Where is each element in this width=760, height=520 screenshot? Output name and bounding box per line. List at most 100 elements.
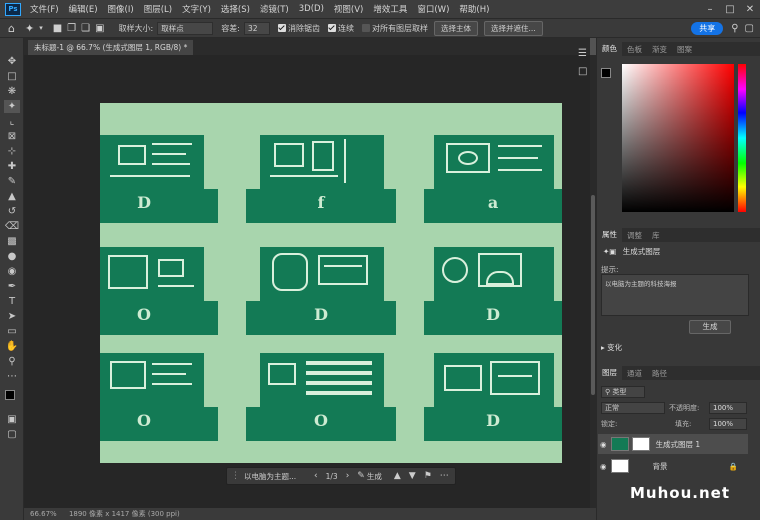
menu-window[interactable]: 窗口(W) [412, 3, 454, 15]
rectangle-tool-icon[interactable]: ▭ [4, 325, 20, 338]
dodge-tool-icon[interactable]: ◉ [4, 265, 20, 278]
menu-select[interactable]: 选择(S) [216, 3, 255, 15]
menu-filter[interactable]: 滤镜(T) [255, 3, 294, 15]
add-selection-icon[interactable]: ❐ [67, 23, 76, 34]
healing-tool-icon[interactable]: ✚ [4, 160, 20, 173]
panel-foreground-swatch[interactable] [601, 68, 611, 78]
close-icon[interactable]: ✕ [740, 4, 760, 15]
type-tool-icon[interactable]: T [4, 295, 20, 308]
thumbs-up-icon[interactable]: ▲ [394, 471, 401, 481]
quick-mask-icon[interactable]: ▣ [4, 413, 20, 426]
intersect-selection-icon[interactable]: ▣ [95, 23, 104, 34]
tolerance-input[interactable]: 32 [243, 21, 270, 35]
all-layers-label: 对所有图层取样 [371, 23, 428, 33]
magic-wand-icon[interactable]: ✦ [25, 22, 34, 35]
variations-section[interactable]: ▸ 变化 [601, 342, 622, 353]
contiguous-checkbox[interactable]: 连续 [327, 23, 354, 34]
menu-view[interactable]: 视图(V) [329, 3, 368, 15]
eye-icon[interactable]: ◉ [600, 462, 607, 471]
frame-tool-icon[interactable]: ⊠ [4, 130, 20, 143]
fill-input[interactable]: 100% [709, 418, 747, 430]
previous-icon[interactable]: ‹ [314, 471, 318, 481]
eyedropper-tool-icon[interactable]: ⊹ [4, 145, 20, 158]
blur-tool-icon[interactable]: ● [4, 250, 20, 263]
blend-mode-select[interactable]: 正常 [601, 402, 665, 414]
menu-type[interactable]: 文字(Y) [177, 3, 216, 15]
drag-handle-icon[interactable]: ⋮ [231, 471, 240, 481]
menu-image[interactable]: 图像(I) [103, 3, 139, 15]
sample-size-select[interactable]: 取样点 [157, 21, 214, 35]
all-layers-checkbox[interactable]: 对所有图层取样 [361, 23, 428, 34]
gradient-tool-icon[interactable]: ▩ [4, 235, 20, 248]
hand-tool-icon[interactable]: ✋ [4, 340, 20, 353]
pen-tool-icon[interactable]: ✒ [4, 280, 20, 293]
tab-libraries[interactable]: 库 [647, 230, 665, 241]
tab-paths[interactable]: 路径 [647, 368, 672, 379]
menu-3d[interactable]: 3D(D) [294, 4, 329, 14]
path-select-icon[interactable]: ➤ [4, 310, 20, 323]
marquee-tool-icon[interactable]: □ [4, 70, 20, 83]
document-canvas[interactable]: D f a O D D O O D [100, 103, 562, 463]
properties-type-label: 生成式图层 [622, 247, 661, 256]
workspace-icon[interactable]: ▢ [745, 23, 754, 34]
opacity-input[interactable]: 100% [709, 402, 747, 414]
prompt-textarea[interactable]: 以电脑为主题的科技海报 [601, 274, 749, 316]
new-selection-icon[interactable]: ■ [53, 23, 62, 34]
tab-color[interactable]: 颜色 [597, 42, 622, 56]
minimize-icon[interactable]: – [700, 4, 720, 15]
crop-tool-icon[interactable]: ⌞ [4, 115, 20, 128]
screen-mode-icon[interactable]: ▢ [4, 428, 20, 441]
next-icon[interactable]: › [346, 471, 350, 481]
share-button[interactable]: 共享 [691, 21, 724, 35]
generate-button[interactable]: 生成 [367, 471, 382, 482]
tab-swatches[interactable]: 色板 [622, 44, 647, 55]
home-icon[interactable]: ⌂ [8, 22, 15, 35]
search-icon[interactable]: ⚲ [731, 23, 738, 34]
menu-help[interactable]: 帮助(H) [454, 3, 494, 15]
history-panel-icon[interactable]: ☰ [578, 48, 587, 59]
subtract-selection-icon[interactable]: ❑ [81, 23, 90, 34]
scrollbar-thumb[interactable] [591, 195, 595, 395]
move-tool-icon[interactable]: ✥ [4, 55, 20, 68]
menu-file[interactable]: 文件(F) [25, 3, 64, 15]
select-and-mask-button[interactable]: 选择并遮住... [483, 20, 543, 36]
comments-panel-icon[interactable]: □ [578, 66, 587, 77]
tab-patterns[interactable]: 图案 [672, 44, 697, 55]
foreground-color-swatch[interactable] [5, 390, 15, 400]
menu-edit[interactable]: 编辑(E) [64, 3, 103, 15]
prompt-field[interactable]: 以电脑为主题... [244, 471, 306, 482]
tab-properties[interactable]: 属性 [597, 228, 622, 242]
layer-row[interactable]: ◉ 生成式图层 1 [598, 434, 748, 454]
thumbs-down-icon[interactable]: ▼ [409, 471, 416, 481]
panel-generate-button[interactable]: 生成 [689, 320, 731, 334]
hue-slider[interactable] [738, 64, 746, 212]
menu-layer[interactable]: 图层(L) [139, 3, 177, 15]
select-subject-button[interactable]: 选择主体 [433, 20, 478, 36]
brush-tool-icon[interactable]: ✎ [4, 175, 20, 188]
tab-adjustments[interactable]: 调整 [622, 230, 647, 241]
menu-plugins[interactable]: 增效工具 [368, 3, 412, 15]
document-tab[interactable]: 未标题-1 @ 66.7% (生成式图层 1, RGB/8) * [28, 40, 194, 55]
history-brush-icon[interactable]: ↺ [4, 205, 20, 218]
tab-layers[interactable]: 图层 [597, 366, 622, 380]
lasso-tool-icon[interactable]: ❋ [4, 85, 20, 98]
antialias-checkbox[interactable]: 消除锯齿 [277, 23, 320, 34]
contiguous-check-icon [327, 24, 336, 32]
layer-kind-filter[interactable]: ⚲ 类型 [601, 386, 645, 398]
canvas-area[interactable]: D f a O D D O O D [24, 55, 590, 508]
color-picker-field[interactable] [622, 64, 734, 212]
tab-gradients[interactable]: 渐变 [647, 44, 672, 55]
more-options-icon[interactable]: ⋯ [440, 471, 449, 481]
eraser-tool-icon[interactable]: ⌫ [4, 220, 20, 233]
zoom-tool-icon[interactable]: ⚲ [4, 355, 20, 368]
chevron-down-icon[interactable]: ▾ [39, 24, 43, 32]
stamp-tool-icon[interactable]: ▲ [4, 190, 20, 203]
eye-icon[interactable]: ◉ [600, 440, 607, 449]
more-tools-icon[interactable]: ⋯ [4, 370, 20, 383]
layer-row[interactable]: ◉ 背景 🔒 [598, 456, 748, 476]
tab-channels[interactable]: 通道 [622, 368, 647, 379]
magic-wand-tool-icon[interactable]: ✦ [4, 100, 20, 113]
flag-icon[interactable]: ⚑ [424, 471, 432, 481]
zoom-level[interactable]: 66.67% [30, 510, 57, 518]
maximize-icon[interactable]: □ [720, 4, 740, 15]
